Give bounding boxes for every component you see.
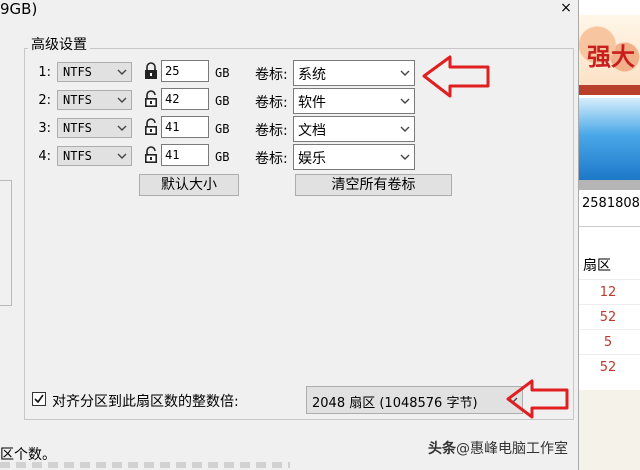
watermark-rest: @惠峰电脑工作室 xyxy=(456,441,568,457)
background-text: 区个数。 xyxy=(0,447,56,463)
annotation-arrow-align xyxy=(506,379,569,419)
watermark: 头条@惠峰电脑工作室 xyxy=(428,438,568,458)
annotation-arrows xyxy=(422,55,569,419)
background-text-cut xyxy=(0,462,290,468)
annotation-arrow-label xyxy=(422,55,490,98)
watermark-head: 头条 xyxy=(428,441,456,457)
